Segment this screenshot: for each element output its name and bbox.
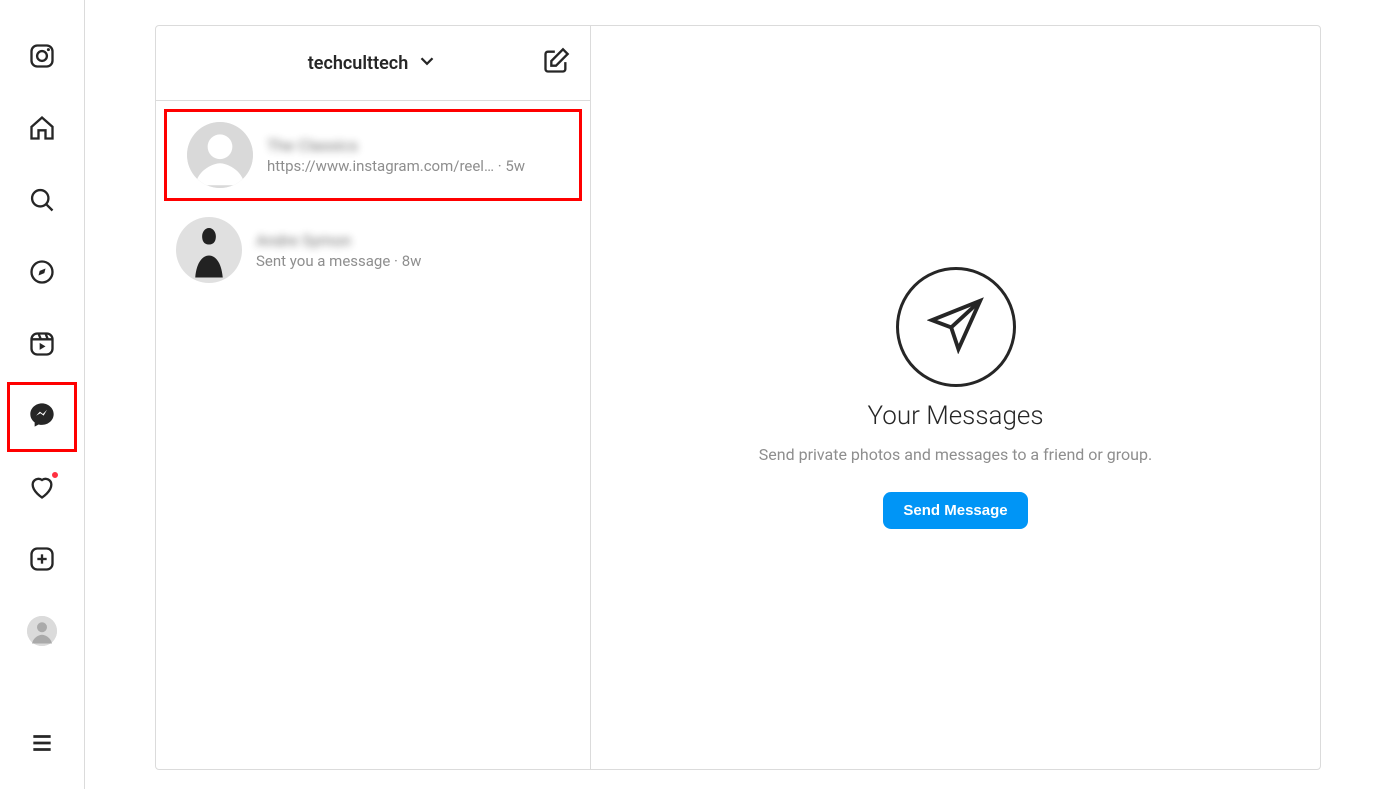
nav-profile[interactable] bbox=[25, 615, 59, 647]
inbox-header: techculttech bbox=[156, 26, 590, 101]
thread-preview: https://www.instagram.com/reel… · 5w bbox=[267, 157, 559, 175]
nav-messages[interactable] bbox=[25, 400, 59, 432]
account-switcher[interactable]: techculttech bbox=[308, 50, 439, 77]
compose-icon bbox=[542, 60, 570, 79]
nav-home[interactable] bbox=[25, 112, 59, 144]
compose-button[interactable] bbox=[542, 47, 570, 79]
instagram-logo-icon bbox=[28, 42, 56, 70]
profile-avatar bbox=[27, 616, 57, 646]
nav-explore[interactable] bbox=[25, 256, 59, 288]
send-message-button[interactable]: Send Message bbox=[883, 492, 1027, 529]
explore-icon bbox=[28, 258, 56, 286]
more-menu-icon bbox=[29, 730, 55, 756]
nav-notifications[interactable] bbox=[25, 471, 59, 503]
avatar bbox=[187, 122, 253, 188]
nav-reels[interactable] bbox=[25, 328, 59, 360]
paper-plane-icon bbox=[927, 296, 985, 358]
create-icon bbox=[28, 545, 56, 573]
search-icon bbox=[28, 186, 56, 214]
notifications-icon bbox=[28, 473, 56, 501]
nav-create[interactable] bbox=[25, 543, 59, 575]
thread-name: Andre Symon bbox=[256, 231, 570, 250]
avatar bbox=[176, 217, 242, 283]
empty-state: Your Messages Send private photos and me… bbox=[591, 26, 1320, 769]
messages-panel: techculttech bbox=[155, 25, 1321, 770]
empty-subtitle: Send private photos and messages to a fr… bbox=[759, 445, 1152, 464]
chevron-down-icon bbox=[416, 50, 438, 77]
reels-icon bbox=[28, 330, 56, 358]
inbox-column: techculttech bbox=[156, 26, 591, 769]
empty-title: Your Messages bbox=[868, 401, 1044, 431]
messages-icon bbox=[28, 401, 56, 429]
account-name: techculttech bbox=[308, 53, 409, 74]
left-nav bbox=[0, 0, 85, 789]
thread-info: Andre Symon Sent you a message · 8w bbox=[256, 231, 570, 270]
nav-more[interactable] bbox=[25, 727, 59, 759]
instagram-logo[interactable] bbox=[25, 40, 59, 72]
nav-search[interactable] bbox=[25, 184, 59, 216]
thread-name: The Classics bbox=[267, 136, 559, 155]
thread-item[interactable]: Andre Symon Sent you a message · 8w bbox=[156, 207, 590, 293]
thread-list: The Classics https://www.instagram.com/r… bbox=[156, 101, 590, 769]
send-icon-circle bbox=[896, 267, 1016, 387]
thread-info: The Classics https://www.instagram.com/r… bbox=[267, 136, 559, 175]
home-icon bbox=[28, 114, 56, 142]
thread-preview: Sent you a message · 8w bbox=[256, 252, 570, 270]
main-content: techculttech bbox=[85, 0, 1381, 789]
notification-dot bbox=[50, 470, 60, 480]
thread-item[interactable]: The Classics https://www.instagram.com/r… bbox=[164, 109, 582, 201]
